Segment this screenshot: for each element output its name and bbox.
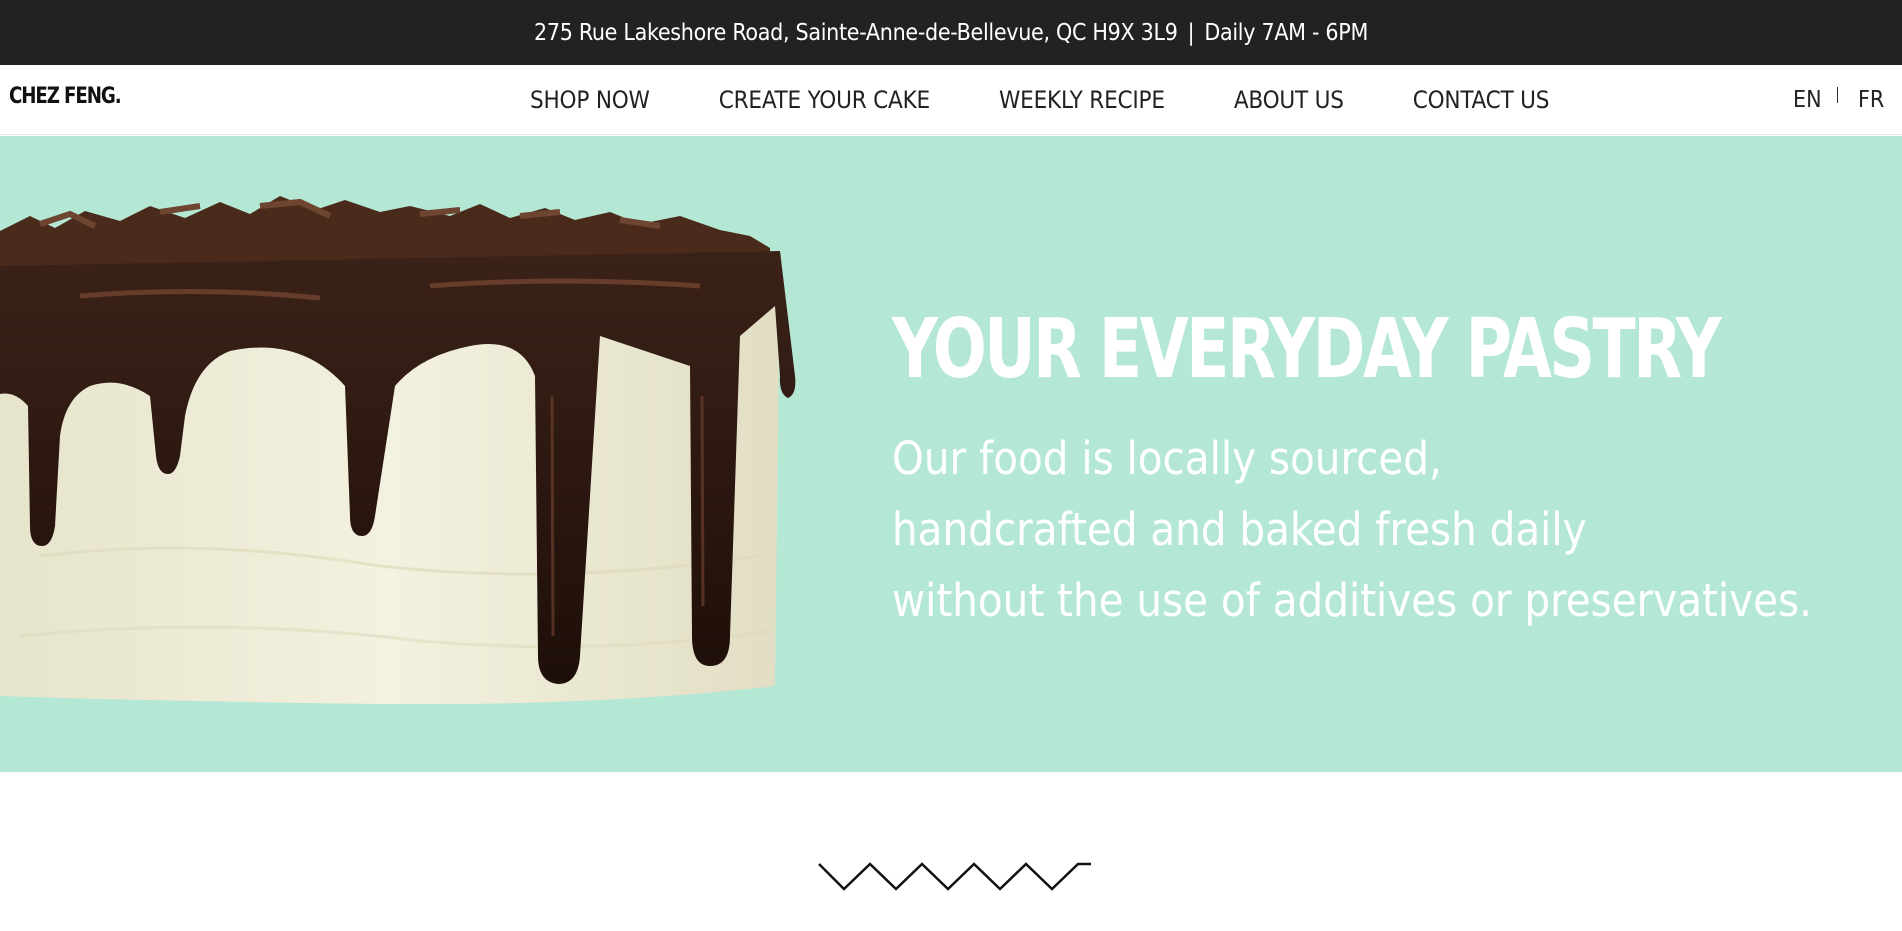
- nav-shop-now[interactable]: SHOP NOW: [530, 86, 650, 114]
- hero-line: handcrafted and baked fresh daily: [892, 503, 1587, 556]
- announcement-bar: 275 Rue Lakeshore Road, Sainte-Anne-de-B…: [0, 0, 1902, 65]
- store-address: 275 Rue Lakeshore Road, Sainte-Anne-de-B…: [533, 19, 1178, 46]
- language-fr-link[interactable]: FR: [1858, 65, 1884, 135]
- separator: |: [1187, 19, 1195, 46]
- hero-line: Our food is locally sourced,: [892, 432, 1442, 485]
- hero-line: without the use of additives or preserva…: [892, 574, 1812, 627]
- zigzag-icon: [818, 862, 1091, 891]
- nav-links: SHOP NOW CREATE YOUR CAKE WEEKLY RECIPE …: [530, 65, 1549, 135]
- hero-heading: YOUR EVERYDAY PASTRY: [892, 302, 1722, 397]
- main-navigation: CHEZ FENG. SHOP NOW CREATE YOUR CAKE WEE…: [0, 65, 1902, 135]
- nav-create-your-cake[interactable]: CREATE YOUR CAKE: [719, 86, 930, 114]
- store-hours: Daily 7AM - 6PM: [1204, 19, 1369, 46]
- nav-weekly-recipe[interactable]: WEEKLY RECIPE: [999, 86, 1165, 114]
- chocolate-drip-cake-image: [0, 196, 796, 705]
- language-divider: [1837, 87, 1838, 103]
- hero-description: Our food is locally sourced, handcrafted…: [892, 423, 1812, 636]
- site-logo[interactable]: CHEZ FENG.: [9, 84, 122, 109]
- language-en-link[interactable]: EN: [1793, 65, 1822, 135]
- hero-banner: YOUR EVERYDAY PASTRY Our food is locally…: [0, 136, 1902, 772]
- nav-contact-us[interactable]: CONTACT US: [1413, 86, 1550, 114]
- nav-about-us[interactable]: ABOUT US: [1234, 86, 1344, 114]
